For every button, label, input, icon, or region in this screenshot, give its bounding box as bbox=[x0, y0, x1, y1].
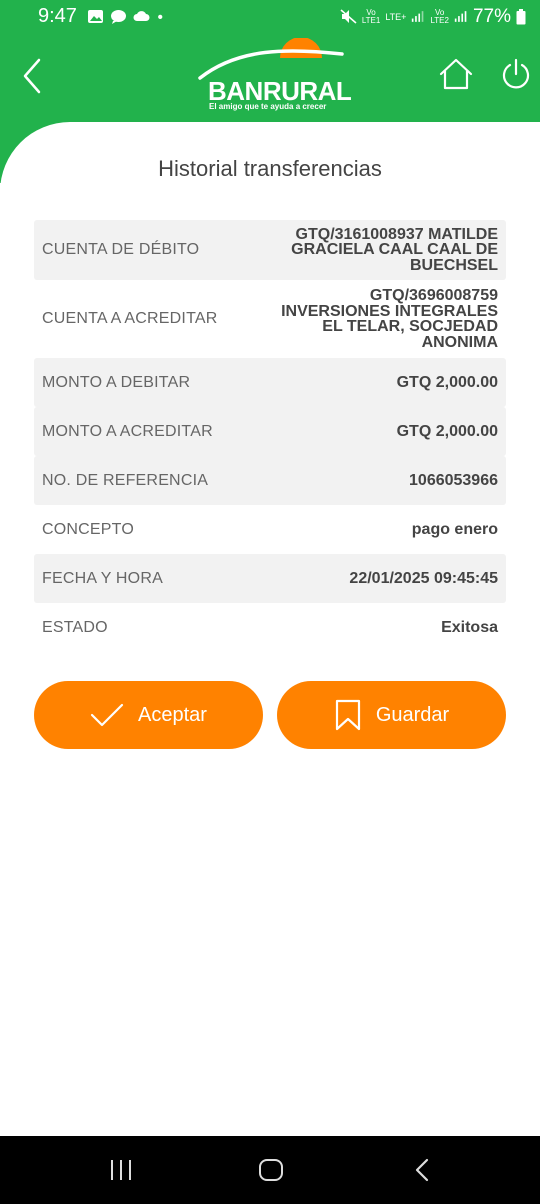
detail-value: 1066053966 bbox=[409, 471, 498, 489]
signal-icon bbox=[454, 11, 467, 22]
detail-row-debit-account: CUENTA DE DÉBITO GTQ/3161008937 MATILDE … bbox=[34, 220, 506, 280]
battery-percent: 77% bbox=[472, 5, 511, 27]
accept-button-label: Aceptar bbox=[138, 703, 207, 726]
detail-label: ESTADO bbox=[42, 619, 108, 636]
back-button[interactable] bbox=[18, 56, 48, 96]
power-button[interactable] bbox=[500, 58, 532, 92]
detail-value: GTQ/3161008937 MATILDE GRACIELA CAAL CAA… bbox=[291, 225, 498, 274]
signal-icon bbox=[412, 11, 424, 22]
detail-label: CUENTA A ACREDITAR bbox=[42, 310, 218, 327]
banrural-logo: BANRURAL El amigo que te ayuda a crecer bbox=[198, 38, 352, 114]
chat-icon bbox=[110, 10, 126, 24]
transfer-details-table: CUENTA DE DÉBITO GTQ/3161008937 MATILDE … bbox=[34, 220, 506, 653]
detail-row-concept: CONCEPTO pago enero bbox=[34, 505, 506, 554]
cloud-icon bbox=[133, 11, 150, 22]
home-button[interactable] bbox=[438, 57, 474, 91]
detail-value: GTQ 2,000.00 bbox=[396, 373, 498, 391]
detail-label: CONCEPTO bbox=[42, 520, 134, 538]
detail-row-credit-amount: MONTO A ACREDITAR GTQ 2,000.00 bbox=[34, 407, 506, 456]
detail-row-debit-amount: MONTO A DEBITAR GTQ 2,000.00 bbox=[34, 358, 506, 407]
detail-row-status: ESTADO Exitosa bbox=[34, 603, 506, 653]
save-button[interactable]: Guardar bbox=[277, 681, 506, 749]
detail-label: FECHA Y HORA bbox=[42, 569, 163, 587]
status-time: 9:47 bbox=[38, 5, 77, 27]
network-type-label: LTE+ bbox=[385, 11, 407, 22]
bookmark-icon bbox=[335, 699, 360, 731]
detail-row-reference: NO. DE REFERENCIA 1066053966 bbox=[34, 456, 506, 505]
back-nav-icon[interactable] bbox=[412, 1158, 434, 1182]
battery-icon bbox=[516, 8, 526, 24]
detail-value: GTQ/3696008759 INVERSIONES INTEGRALES EL… bbox=[281, 287, 498, 351]
page-title: Historial transferencias bbox=[158, 156, 382, 181]
detail-label: NO. DE REFERENCIA bbox=[42, 471, 209, 489]
save-button-label: Guardar bbox=[375, 703, 450, 726]
sim2-lte-label: LTE2 bbox=[430, 15, 449, 25]
dot-icon bbox=[158, 14, 163, 19]
detail-value: pago enero bbox=[411, 520, 498, 538]
detail-row-datetime: FECHA Y HORA 22/01/2025 09:45:45 bbox=[34, 554, 506, 603]
gallery-icon bbox=[87, 10, 103, 23]
status-bar: 9:47 Vo LTE1 LTE+ Vo LTE2 77% bbox=[0, 0, 540, 33]
detail-value: GTQ 2,000.00 bbox=[396, 422, 498, 440]
detail-value: 22/01/2025 09:45:45 bbox=[349, 569, 498, 587]
detail-label: MONTO A ACREDITAR bbox=[42, 422, 213, 440]
home-nav-icon[interactable] bbox=[258, 1158, 284, 1182]
mute-icon bbox=[340, 9, 357, 24]
detail-value: Exitosa bbox=[441, 619, 498, 637]
detail-label: MONTO A DEBITAR bbox=[42, 373, 191, 391]
accept-button[interactable]: Aceptar bbox=[34, 681, 263, 749]
checkmark-icon bbox=[90, 703, 124, 727]
sim1-lte-label: LTE1 bbox=[361, 15, 381, 25]
recent-apps-icon[interactable] bbox=[108, 1158, 134, 1182]
brand-tagline: El amigo que te ayuda a crecer bbox=[209, 102, 327, 111]
detail-row-credit-account: CUENTA A ACREDITAR GTQ/3696008759 INVERS… bbox=[34, 280, 506, 358]
system-nav-bar bbox=[0, 1136, 540, 1204]
detail-label: CUENTA DE DÉBITO bbox=[42, 241, 200, 258]
